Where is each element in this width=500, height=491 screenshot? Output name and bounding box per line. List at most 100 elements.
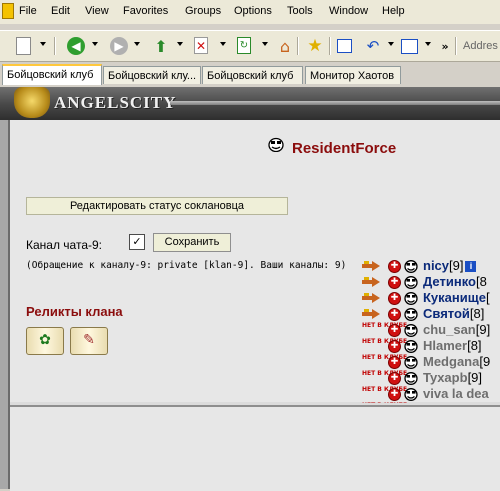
member-level: [9 [479,354,491,369]
list-item[interactable]: НЕТ В КЛУБЕ ✚ Hlamer[8] [362,338,500,355]
member-name[interactable]: viva la dea [423,386,489,401]
member-name[interactable]: chu_san [423,322,476,337]
save-button[interactable]: Сохранить [153,233,231,252]
up-icon[interactable]: ⬆ [152,37,170,56]
member-name[interactable]: Куканище [423,290,486,305]
crest-logo-icon [14,87,50,118]
member-level: [9] [475,322,491,337]
tab-bar: Бойцовский клуб Бойцовский клу... Бойцов… [0,62,500,86]
tab-fight-club-2[interactable]: Бойцовский клу... [103,66,201,84]
member-name[interactable]: Святой [423,306,470,321]
member-level: [8] [467,338,482,353]
forward-icon[interactable]: ▶ [110,37,128,55]
edit-member-status-button[interactable]: Редактировать статус соклановца [26,197,288,215]
member-level: [9] [467,370,483,385]
menu-favorites[interactable]: Favorites [123,5,168,17]
tab-fight-club-1[interactable]: Бойцовский клуб [2,64,102,85]
member-level: [9] [449,258,464,273]
page-layout-icon[interactable] [401,39,418,54]
toolbar: ◀ ▶ ⬆ ✕ ↻ ⌂ ★ ↶ » Addres [0,30,500,62]
menu-file[interactable]: File [19,5,37,17]
info-icon[interactable]: i [465,261,477,272]
undo-icon[interactable]: ↶ [364,37,382,55]
in-club-arrow-icon [362,309,380,319]
not-in-club-badge: НЕТ В КЛУБЕ [362,322,408,329]
member-name[interactable]: Medgana [423,354,479,369]
clan-face-icon [404,340,418,353]
list-item[interactable]: ✚ Святой[8] [362,306,500,323]
alignment-cross-icon: ✚ [388,260,401,273]
menu-view[interactable]: View [85,5,109,17]
chevron-down-icon[interactable] [134,42,140,46]
chevron-down-icon[interactable] [220,42,226,46]
member-name[interactable]: Tyxapb [423,370,468,385]
toolbar-separator [297,37,299,55]
list-item[interactable]: НЕТ В КЛУБЕ ✚ Medgana[9 [362,354,500,371]
list-item[interactable]: НЕТ В КЛУБЕ ✚ chu_san[9] [362,322,500,339]
chevron-down-icon[interactable] [388,42,394,46]
back-icon[interactable]: ◀ [67,37,85,55]
alignment-cross-icon: ✚ [388,308,401,321]
tab-fight-club-3[interactable]: Бойцовский клуб [202,66,303,84]
not-in-club-badge: НЕТ В КЛУБЕ [362,386,408,393]
tab-chaos-monitor[interactable]: Монитор Хаотов [305,66,401,84]
alignment-cross-icon: ✚ [388,324,401,337]
relic-leaf-icon[interactable]: ✿ [26,327,64,355]
chevron-down-icon[interactable] [177,42,183,46]
in-club-arrow-icon [362,261,380,271]
menu-edit[interactable]: Edit [51,5,70,17]
menu-bar: File Edit View Favorites Groups Options … [0,0,500,24]
chevron-down-icon[interactable] [40,42,46,46]
chevron-down-icon[interactable] [262,42,268,46]
new-page-icon[interactable] [16,37,31,55]
site-logo-text: ANGELSCITY [54,93,177,112]
relic-scroll-icon[interactable]: ✎ [70,327,108,355]
bottom-panel [10,405,500,491]
clan-face-icon [404,388,418,401]
list-item[interactable]: НЕТ В КЛУБЕ✚Амоймон[9] [362,402,500,403]
member-level: [8 [475,274,487,289]
toolbar-separator [329,37,331,55]
alignment-cross-icon: ✚ [388,356,401,369]
list-item[interactable]: НЕТ В КЛУБЕ ✚ Tyxapb[9] [362,370,500,387]
stop-icon[interactable]: ✕ [194,37,208,54]
menu-options[interactable]: Options [234,5,272,17]
clan-face-icon [404,292,418,305]
list-item[interactable]: ✚ Детинко[8 [362,274,500,291]
refresh-icon[interactable]: ↻ [237,37,251,54]
list-item[interactable]: НЕТ В КЛУБЕ ✚ viva la dea [362,386,500,403]
toolbar-more-icon[interactable]: » [436,37,454,55]
home-icon[interactable]: ⌂ [276,37,294,56]
member-name[interactable]: Детинко [423,274,476,289]
channel-note: (Обращение к каналу-9: private [klan-9].… [26,260,347,271]
alignment-cross-icon: ✚ [388,292,401,305]
member-name[interactable]: Амоймон [423,402,483,403]
chat-channel-checkbox[interactable]: ✓ [129,234,145,250]
clan-face-icon [404,308,418,321]
clan-face-icon [404,402,418,403]
clan-face-icon [404,276,418,289]
alignment-cross-icon: ✚ [388,372,401,385]
list-item[interactable]: ✚ Куканище[ [362,290,500,307]
menu-groups[interactable]: Groups [185,5,221,17]
not-in-club-badge: НЕТ В КЛУБЕ [362,370,408,377]
clan-face-icon [404,372,418,385]
toolbar-separator [455,37,457,55]
clan-face-icon [404,356,418,369]
menu-tools[interactable]: Tools [287,5,313,17]
menu-help[interactable]: Help [382,5,405,17]
member-name[interactable]: Hlamer [423,338,467,353]
window-icon[interactable] [337,39,352,53]
web-content: ANGELSCITY ResidentForce Редактировать с… [0,87,500,491]
in-club-arrow-icon [362,293,380,303]
clan-panel: ResidentForce Редактировать статус сокла… [10,120,500,403]
member-level: [ [485,290,490,305]
clan-face-icon [404,260,418,273]
member-name[interactable]: nicy [423,258,449,273]
favorites-star-icon[interactable]: ★ [306,36,324,56]
list-item[interactable]: ✚ nicy[9] i [362,258,500,275]
chevron-down-icon[interactable] [92,42,98,46]
alignment-cross-icon: ✚ [388,340,401,353]
menu-window[interactable]: Window [329,5,368,17]
chevron-down-icon[interactable] [425,42,431,46]
